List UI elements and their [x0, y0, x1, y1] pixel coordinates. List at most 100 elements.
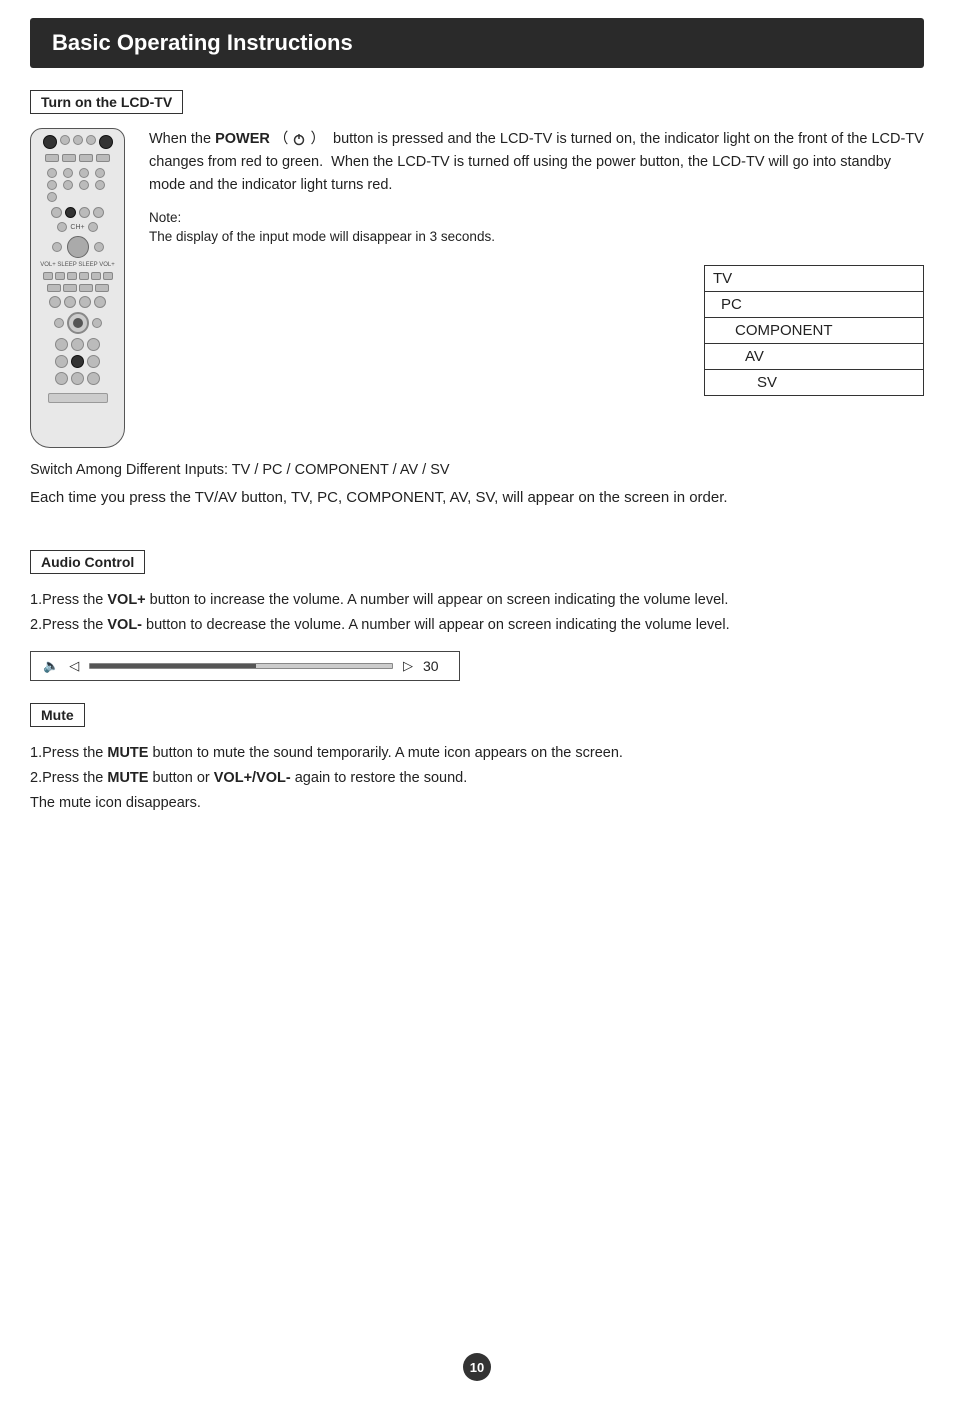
remote-sm3	[67, 272, 77, 280]
diagram-tv: TV	[705, 266, 923, 292]
remote-big-center	[67, 312, 89, 334]
remote-ch-label: CH+	[70, 224, 84, 231]
vol-plus-rest: button to increase the volume. A number …	[146, 592, 729, 608]
vol-minus-bold: VOL-	[107, 617, 142, 633]
note-text: The display of the input mode will disap…	[149, 227, 924, 247]
audio-section: Audio Control 1.Press the VOL+ button to…	[30, 550, 924, 681]
remote-arr3	[79, 284, 93, 292]
vol-minus-line: 2.Press the VOL- button to decrease the …	[30, 613, 924, 638]
remote-arr1	[47, 284, 61, 292]
mute-bold3: VOL+/VOL-	[214, 770, 291, 786]
vol-plus-bold: VOL+	[107, 592, 145, 608]
remote-arr2	[63, 284, 77, 292]
title-text: Basic Operating Instructions	[52, 30, 353, 55]
remote-illustration: CH+ VOL+ SLEEP SLEEP VOL+	[30, 128, 125, 448]
turn-on-content: CH+ VOL+ SLEEP SLEEP VOL+	[30, 128, 924, 448]
input-diagram: TV PC COMPONENT AV SV	[704, 265, 924, 396]
note-label: Note:	[149, 210, 924, 225]
remote-num5	[47, 180, 57, 190]
remote-top-btn3	[73, 135, 83, 145]
remote-c21	[49, 296, 61, 308]
each-time-text: Each time you press the TV/AV button, TV…	[30, 486, 924, 510]
remote-top-btn5	[99, 135, 113, 149]
remote-sm2	[55, 272, 65, 280]
mute-rest1: button to mute the sound temporarily. A …	[148, 745, 623, 761]
mute-rest2: again to restore the sound.	[291, 770, 468, 786]
diagram-pc: PC	[705, 292, 923, 318]
remote-num8	[95, 180, 105, 190]
remote-rect2	[62, 154, 76, 162]
remote-sm5	[91, 272, 101, 280]
diagram-av: AV	[705, 344, 923, 370]
volume-track	[89, 663, 393, 669]
remote-bottom	[48, 393, 108, 403]
remote-b9	[87, 372, 100, 385]
remote-rect3	[79, 154, 93, 162]
remote-circle4	[93, 207, 104, 218]
remote-rect4	[96, 154, 110, 162]
remote-num7	[79, 180, 89, 190]
remote-b2	[71, 338, 84, 351]
remote-top-btn2	[60, 135, 70, 145]
page-number: 10	[463, 1353, 491, 1381]
mute-line3: The mute icon disappears.	[30, 791, 924, 816]
remote-arr4	[95, 284, 109, 292]
mute-label: Mute	[30, 703, 924, 741]
remote-b7	[55, 372, 68, 385]
remote-num4	[95, 168, 105, 178]
vol-minus-rest: button to decrease the volume. A number …	[142, 617, 730, 633]
remote-b6	[87, 355, 100, 368]
turn-on-label: Turn on the LCD-TV	[30, 90, 924, 128]
remote-c24	[94, 296, 106, 308]
switch-line: Switch Among Different Inputs: TV / PC /…	[30, 462, 924, 478]
remote-sm6	[103, 272, 113, 280]
vol-chevron-right: ▷	[403, 658, 413, 674]
remote-b1	[55, 338, 68, 351]
power-icon	[292, 132, 306, 146]
remote-num3	[79, 168, 89, 178]
turn-on-description: When the POWER （ ） button is pressed and…	[149, 128, 924, 198]
mute-line1: 1.Press the MUTE button to mute the soun…	[30, 741, 924, 766]
remote-sm4	[79, 272, 89, 280]
mute-section: Mute 1.Press the MUTE button to mute the…	[30, 703, 924, 815]
remote-b4	[55, 355, 68, 368]
volume-fill	[90, 664, 256, 668]
remote-big-btn	[67, 236, 89, 258]
volume-number: 30	[423, 658, 447, 674]
audio-text: 1.Press the VOL+ button to increase the …	[30, 588, 924, 637]
remote-ch-left	[57, 222, 67, 232]
mute-text: 1.Press the MUTE button to mute the soun…	[30, 741, 924, 815]
remote-nav-right	[94, 242, 104, 252]
remote-b5	[71, 355, 84, 368]
turn-on-section: Turn on the LCD-TV	[30, 90, 924, 510]
speaker-icon: 🔈	[43, 658, 59, 674]
remote-nav-left	[52, 242, 62, 252]
remote-circle1	[51, 207, 62, 218]
diagram-sv: SV	[705, 370, 923, 395]
remote-big-l	[54, 318, 64, 328]
remote-circle2	[65, 207, 76, 218]
diagram-component: COMPONENT	[705, 318, 923, 344]
main-title: Basic Operating Instructions	[30, 18, 924, 68]
vol-chevron-left: ◁	[69, 658, 79, 674]
remote-b8	[71, 372, 84, 385]
remote-num9	[47, 192, 57, 202]
volume-bar: 🔈 ◁ ▷ 30	[30, 651, 460, 681]
remote-big-r	[92, 318, 102, 328]
mute-line2: 2.Press the MUTE button or VOL+/VOL- aga…	[30, 766, 924, 791]
remote-num6	[63, 180, 73, 190]
remote-num-grid	[47, 168, 109, 202]
remote-top-btn4	[86, 135, 96, 145]
note-text-content: The display of the input mode will disap…	[149, 229, 495, 244]
remote-c22	[64, 296, 76, 308]
power-bold: POWER	[215, 131, 270, 147]
remote-rect1	[45, 154, 59, 162]
mute-middle: button or	[148, 770, 213, 786]
remote-text-row: VOL+ SLEEP SLEEP VOL+	[40, 262, 115, 268]
remote-ch-right	[88, 222, 98, 232]
mute-bold1: MUTE	[107, 745, 148, 761]
remote-top-btn1	[43, 135, 57, 149]
remote-num1	[47, 168, 57, 178]
remote-b3	[87, 338, 100, 351]
audio-label: Audio Control	[30, 550, 924, 588]
